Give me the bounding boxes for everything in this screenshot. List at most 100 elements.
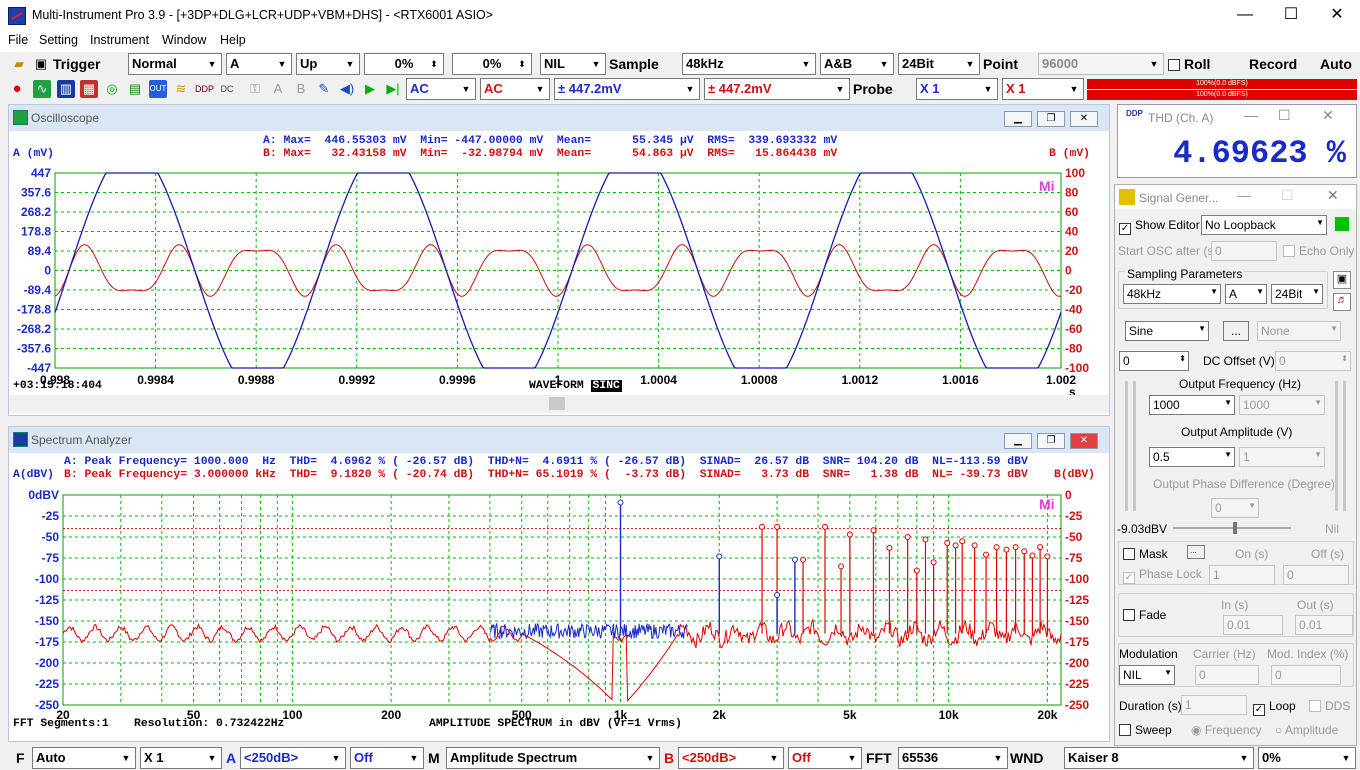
maximize-button[interactable]: ☐ [1268,0,1314,32]
fft-size-select[interactable]: 65536 ▼ [898,747,1008,769]
coupling-a-select[interactable]: AC ▼ [406,78,476,100]
show-editor-checkbox[interactable]: ✓ Show Editor [1119,218,1200,235]
osc-restore-button[interactable]: ❐ [1037,111,1065,127]
oscilloscope-plot[interactable]: 447 357.6 268.2 178.8 89.4 0 -89.4 -178.8 -268.2… [9,163,1109,403]
spec-restore-button[interactable]: ❐ [1037,433,1065,449]
sg-slider-left2[interactable] [1133,381,1136,511]
sg-maximize-button[interactable]: ☐ [1281,187,1294,204]
a-off-select[interactable]: Off ▼ [350,747,424,769]
coupling-b-select[interactable]: AC ▼ [480,78,550,100]
b-off-select[interactable]: Off ▼ [788,747,862,769]
dc-offset2-input[interactable]: 0 ⬍ [1275,351,1351,371]
phase-lock-checkbox[interactable]: ✓ Phase Lock [1123,567,1202,584]
bit-depth-select[interactable]: 24Bit ▼ [898,53,980,75]
amplitude-select[interactable]: 0.5 ▼ [1149,447,1235,467]
b-floor-select[interactable]: <250dB> ▼ [678,747,784,769]
carrier-input[interactable]: 0 [1195,665,1259,685]
spec-minimize-button[interactable]: ▁ [1004,433,1032,449]
amplitude2-select[interactable]: 1 ▼ [1239,447,1325,467]
sg-slider-left[interactable] [1125,381,1128,511]
osc-scroll-thumb[interactable] [549,397,565,410]
freq-mult-select[interactable]: X 1 ▼ [140,747,222,769]
sweep-frequency-radio[interactable]: ◉ Frequency [1191,723,1262,737]
mod-index-input[interactable]: 0 [1271,665,1341,685]
waveform2-select[interactable]: None ▼ [1257,321,1341,341]
probe-b-select[interactable]: X 1 ▼ [1002,78,1084,100]
sg-save-icon[interactable]: ▣ [1333,271,1351,289]
sg-run-button[interactable] [1335,217,1349,231]
spectrum3d-icon[interactable]: ▦ [80,80,98,98]
menu-instrument[interactable]: Instrument [86,33,153,47]
phase-select[interactable]: 0 ▼ [1211,498,1259,518]
phase-plot-icon[interactable]: ◎ [103,80,121,98]
dds-icon[interactable]: DDP [195,80,214,98]
mode-select[interactable]: Amplitude Spectrum ▼ [446,747,660,769]
save-icon[interactable]: ▣ [32,55,50,73]
trigger-mode-select[interactable]: Normal ▼ [128,53,222,75]
mask-more-button[interactable]: ... [1187,545,1205,559]
menu-file[interactable]: File [4,33,32,47]
freq-axis-select[interactable]: Auto ▼ [32,747,136,769]
probe-icon[interactable]: ✎ [315,80,333,98]
open-folder-icon[interactable]: ▰ [10,55,28,73]
play-icon[interactable]: ▶ [361,80,379,98]
auto-button[interactable]: Auto [1320,56,1352,72]
dds-checkbox[interactable]: DDS [1309,699,1350,713]
cursor-b-icon[interactable]: B [292,80,310,98]
spectrum-icon[interactable]: ▥ [57,80,75,98]
output-icon[interactable]: OUT [149,80,167,98]
generator-icon[interactable]: ≋ [172,80,190,98]
dc-offset-input[interactable]: 0 ⬍ [1119,351,1189,371]
window-select[interactable]: Kaiser 8 ▼ [1064,747,1254,769]
balance-slider[interactable] [1173,522,1291,534]
sweep-checkbox[interactable]: Sweep [1119,723,1172,737]
frequency2-select[interactable]: 1000 ▼ [1239,395,1325,415]
sg-slider-right2[interactable] [1343,381,1346,511]
thd-close-button[interactable]: ✕ [1322,107,1334,124]
spec-close-button[interactable]: ✕ [1070,433,1098,449]
trigger-level-input[interactable]: 0% ⬍ [364,53,444,75]
thd-maximize-button[interactable]: ☐ [1278,107,1291,124]
mask-checkbox[interactable]: Mask [1123,547,1168,561]
fade-out-input[interactable]: 0.01 [1295,615,1353,635]
sg-slider-right[interactable] [1335,381,1338,511]
menu-help[interactable]: Help [216,33,250,47]
sweep-amplitude-radio[interactable]: ○ Amplitude [1275,723,1338,737]
osc-close-button[interactable]: ✕ [1070,111,1098,127]
sg-close-button[interactable]: ✕ [1327,187,1339,204]
range-a-select[interactable]: ± 447.2mV ▼ [554,78,700,100]
channels-select[interactable]: A&B ▼ [820,53,894,75]
close-button[interactable]: ✕ [1314,0,1360,32]
record-button[interactable]: Record [1249,56,1297,72]
waveform-more-button[interactable]: ... [1223,321,1249,341]
frequency-select[interactable]: 1000 ▼ [1149,395,1235,415]
osc-minimize-button[interactable]: ▁ [1004,111,1032,127]
fade-in-input[interactable]: 0.01 [1223,615,1283,635]
waveform-select[interactable]: Sine ▼ [1125,321,1209,341]
sg-minimize-button[interactable]: — [1237,187,1251,203]
dc-icon[interactable]: DC [218,80,236,98]
loop-checkbox[interactable]: ✓ Loop [1253,699,1296,716]
echo-only-checkbox[interactable]: Echo Only [1283,244,1354,258]
speaker-icon[interactable]: ◀) [338,80,356,98]
start-osc-input[interactable]: 0 [1211,241,1277,261]
loopback-select[interactable]: No Loopback ▼ [1201,215,1327,235]
lock-icon[interactable]: ⚿ [246,80,264,98]
sg-rate-select[interactable]: 48kHz ▼ [1123,284,1221,304]
modulation-select[interactable]: NIL ▼ [1119,665,1175,685]
oscilloscope-icon[interactable]: ∿ [33,80,51,98]
thd-minimize-button[interactable]: — [1244,107,1258,123]
osc-scrollbar[interactable] [9,395,1109,413]
range-b-select[interactable]: ± 447.2mV ▼ [704,78,850,100]
roll-checkbox[interactable]: Roll [1168,56,1210,72]
cursor-a-icon[interactable]: A [269,80,287,98]
fade-checkbox[interactable]: Fade [1123,608,1166,622]
sg-music-icon[interactable]: ♬ [1333,293,1351,311]
menu-window[interactable]: Window [158,33,210,47]
trigger-delay-input[interactable]: 0% ⬍ [452,53,532,75]
points-select[interactable]: 96000 ▼ [1038,53,1164,75]
sg-channel-select[interactable]: A ▼ [1225,284,1267,304]
record-dot-icon[interactable]: ● [8,80,26,98]
meter-icon[interactable]: ▤ [126,80,144,98]
filter-select[interactable]: NIL ▼ [540,53,606,75]
